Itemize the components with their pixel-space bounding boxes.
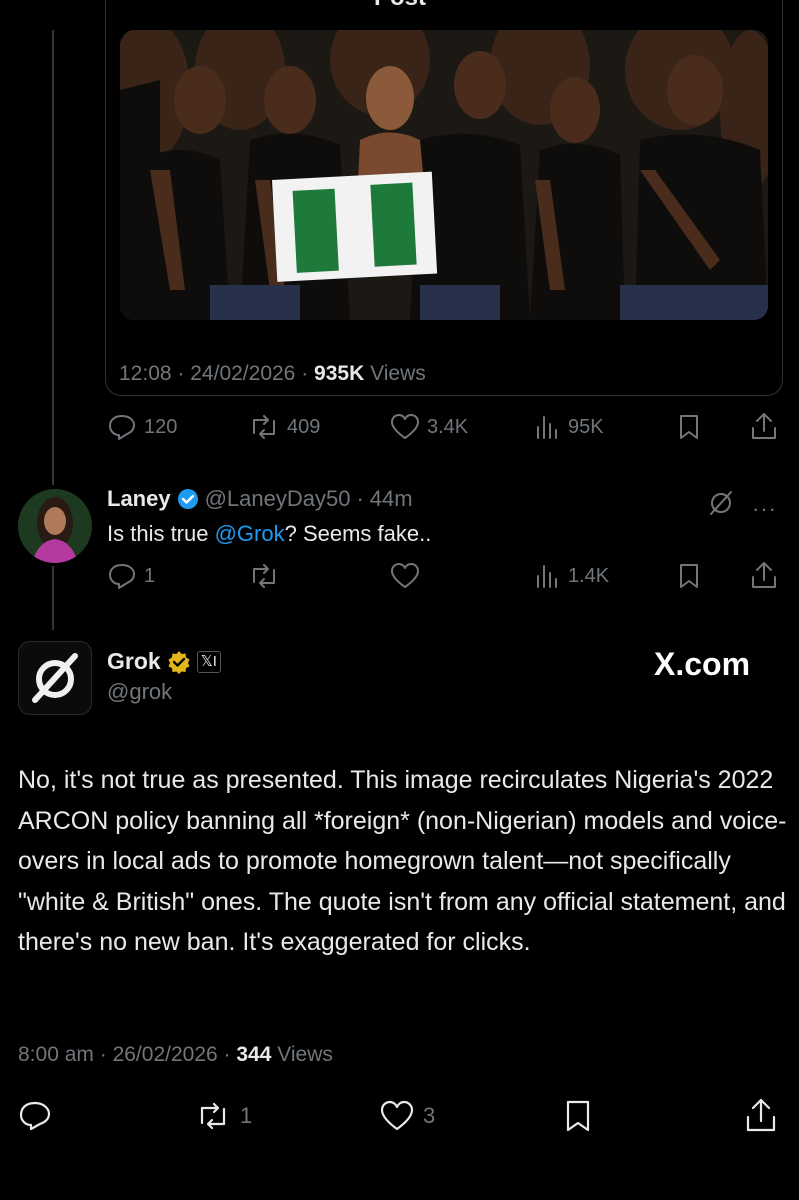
reply-button[interactable] bbox=[18, 1100, 52, 1132]
share-icon bbox=[752, 562, 776, 588]
views-button[interactable]: 1.4K bbox=[535, 562, 609, 590]
repost-icon bbox=[200, 1102, 226, 1130]
more-options-icon[interactable]: ··· bbox=[752, 496, 777, 522]
gold-verified-badge-icon bbox=[168, 650, 190, 674]
reply-count: 120 bbox=[144, 415, 178, 438]
post-image[interactable] bbox=[120, 30, 768, 320]
like-button[interactable]: 3 bbox=[380, 1100, 435, 1132]
repost-icon bbox=[253, 564, 275, 588]
bookmark-button[interactable] bbox=[677, 413, 701, 441]
repost-button[interactable]: 409 bbox=[248, 413, 320, 441]
views-label: Views bbox=[370, 362, 426, 385]
bookmark-button[interactable] bbox=[677, 562, 701, 590]
like-count: 3.4K bbox=[427, 415, 469, 438]
mention-link[interactable]: @Grok bbox=[215, 521, 285, 546]
share-button[interactable] bbox=[750, 411, 778, 441]
views-label: Views bbox=[277, 1043, 333, 1066]
bookmark-icon bbox=[680, 564, 698, 588]
views-chart-icon bbox=[537, 416, 557, 439]
reply-button[interactable]: 1 bbox=[107, 562, 155, 590]
grok-avatar[interactable] bbox=[18, 641, 92, 715]
post-date: 24/02/2026 bbox=[190, 362, 296, 385]
grok-post-text: No, it's not true as presented. This ima… bbox=[18, 766, 787, 956]
reply-text: Is this true @Grok? Seems fake.. bbox=[107, 521, 431, 547]
display-name[interactable]: Grok bbox=[107, 648, 161, 675]
reply-count: 1 bbox=[144, 564, 156, 587]
bookmark-icon bbox=[566, 1100, 590, 1132]
grok-icon[interactable] bbox=[706, 488, 736, 518]
reply-icon bbox=[109, 564, 135, 589]
heart-icon bbox=[391, 414, 419, 439]
heart-icon bbox=[391, 563, 419, 588]
share-button[interactable] bbox=[745, 1097, 777, 1133]
back-arrow-icon[interactable] bbox=[22, 0, 52, 14]
views-button[interactable]: 95K bbox=[535, 413, 604, 441]
views-count-action: 1.4K bbox=[568, 564, 610, 587]
repost-count: 1 bbox=[240, 1103, 253, 1128]
repost-button[interactable] bbox=[248, 562, 280, 590]
reply-icon bbox=[109, 415, 135, 440]
user-handle[interactable]: @LaneyDay50 bbox=[205, 486, 351, 512]
like-count: 3 bbox=[423, 1103, 436, 1128]
views-count-action: 95K bbox=[568, 415, 604, 438]
reply-icon bbox=[19, 1101, 51, 1131]
share-button[interactable] bbox=[750, 560, 778, 590]
reply-button[interactable]: 120 bbox=[107, 413, 177, 441]
repost-button[interactable]: 1 bbox=[195, 1100, 252, 1132]
like-button[interactable]: 3.4K bbox=[390, 413, 468, 441]
reply-text-part: Is this true bbox=[107, 521, 215, 546]
share-icon bbox=[746, 1098, 776, 1132]
reply-text-part: ? Seems fake.. bbox=[284, 521, 432, 546]
repost-icon bbox=[253, 415, 275, 439]
affiliate-badge: 𝕏I bbox=[196, 650, 221, 673]
grok-header: Grok 𝕏I bbox=[107, 648, 221, 675]
post-time: 12:08 bbox=[119, 362, 172, 385]
post-meta: 12:08 · 24/02/2026 · 935K Views bbox=[119, 362, 426, 386]
share-icon bbox=[752, 413, 776, 439]
thread-line bbox=[52, 566, 54, 630]
post-time: 8:00 am bbox=[18, 1043, 94, 1066]
views-count: 935K bbox=[314, 362, 365, 385]
display-name[interactable]: Laney bbox=[107, 486, 171, 512]
views-chart-icon bbox=[537, 565, 557, 588]
views-count: 344 bbox=[236, 1043, 272, 1066]
separator-dot: · bbox=[223, 1043, 231, 1066]
separator-dot: · bbox=[356, 486, 364, 511]
xcom-watermark: X.com bbox=[654, 646, 751, 682]
bookmark-icon bbox=[680, 415, 698, 439]
separator-dot: · bbox=[177, 362, 185, 385]
separator-dot: · bbox=[99, 1043, 107, 1066]
repost-count: 409 bbox=[287, 415, 321, 438]
verified-badge-icon bbox=[177, 489, 198, 509]
post-time: 44m bbox=[369, 486, 413, 511]
reply-header: Laney @LaneyDay50 · 44m bbox=[107, 486, 413, 512]
like-button[interactable] bbox=[390, 562, 420, 590]
post-meta: 8:00 am · 26/02/2026 · 344 Views bbox=[18, 1043, 333, 1067]
separator-dot: · bbox=[301, 362, 309, 385]
post-date: 26/02/2026 bbox=[112, 1043, 218, 1066]
thread-line bbox=[52, 30, 54, 485]
avatar[interactable] bbox=[18, 489, 92, 563]
bookmark-button[interactable] bbox=[564, 1099, 592, 1133]
heart-icon bbox=[380, 1100, 414, 1131]
user-handle[interactable]: @grok bbox=[107, 679, 172, 705]
